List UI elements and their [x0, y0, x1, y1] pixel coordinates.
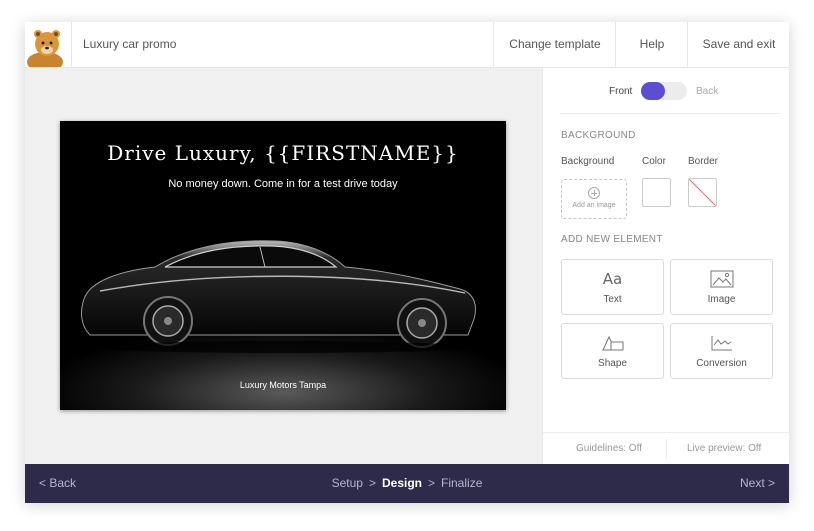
divider: [560, 113, 780, 114]
step-separator: >: [368, 476, 376, 490]
front-label[interactable]: Front: [609, 86, 632, 97]
toggle-knob: [641, 82, 665, 100]
step-separator: >: [428, 476, 436, 490]
design-side-panel: Front Back BACKGROUND Background Color B…: [542, 68, 789, 464]
postcard-preview[interactable]: Drive Luxury, {{FIRSTNAME}} No money dow…: [60, 121, 506, 410]
background-section-title: BACKGROUND: [561, 130, 636, 141]
element-label: Conversion: [696, 358, 747, 369]
background-label: Background: [561, 156, 615, 167]
add-text-element-button[interactable]: Aa Text: [561, 259, 664, 315]
text-aa-icon: Aa: [602, 270, 623, 288]
change-template-button[interactable]: Change template: [493, 22, 616, 67]
element-label: Text: [603, 294, 622, 305]
wizard-steps: Setup > Design > Finalize: [25, 464, 789, 503]
add-element-section-title: ADD NEW ELEMENT: [561, 234, 663, 245]
border-label: Border: [688, 156, 719, 167]
add-conversion-element-button[interactable]: Conversion: [670, 323, 773, 379]
plus-circle-icon: [588, 187, 600, 199]
step-setup[interactable]: Setup: [332, 476, 363, 490]
panel-footer: Guidelines: Off Live preview: Off: [543, 432, 789, 465]
card-subheadline[interactable]: No money down. Come in for a test drive …: [60, 178, 506, 190]
back-label[interactable]: Back: [696, 86, 718, 97]
card-footer-text[interactable]: Luxury Motors Tampa: [60, 380, 506, 390]
background-color-swatch[interactable]: [642, 178, 671, 207]
border-color-swatch[interactable]: [688, 178, 717, 207]
document-title: Luxury car promo: [83, 37, 177, 51]
card-face-switch: Front Back: [543, 68, 789, 113]
next-button[interactable]: Next >: [740, 464, 775, 503]
wizard-bottom-bar: < Back Setup > Design > Finalize Next >: [25, 464, 789, 503]
design-canvas-area: Drive Luxury, {{FIRSTNAME}} No money dow…: [25, 68, 542, 464]
guidelines-toggle[interactable]: Guidelines: Off: [576, 433, 642, 465]
card-headline[interactable]: Drive Luxury, {{FIRSTNAME}}: [60, 141, 506, 165]
add-background-image-button[interactable]: Add an image: [561, 179, 627, 219]
shape-icon: [562, 334, 663, 354]
help-button[interactable]: Help: [615, 22, 688, 67]
no-border-icon: [689, 179, 716, 206]
conversion-icon: [671, 334, 772, 354]
divider: [666, 439, 667, 459]
live-preview-toggle[interactable]: Live preview: Off: [687, 433, 761, 465]
add-image-label: Add an image: [572, 202, 616, 209]
element-label: Shape: [598, 358, 627, 369]
image-icon: [671, 270, 772, 290]
color-label: Color: [642, 156, 666, 167]
bear-logo-icon[interactable]: [25, 22, 72, 67]
save-and-exit-button[interactable]: Save and exit: [687, 22, 789, 67]
step-design[interactable]: Design: [382, 476, 422, 490]
top-header: Luxury car promo Change template Help Sa…: [25, 22, 789, 68]
editor-window: Luxury car promo Change template Help Sa…: [25, 22, 789, 503]
element-label: Image: [707, 294, 736, 305]
front-back-toggle[interactable]: [641, 82, 687, 100]
add-image-element-button[interactable]: Image: [670, 259, 773, 315]
add-shape-element-button[interactable]: Shape: [561, 323, 664, 379]
step-finalize[interactable]: Finalize: [441, 476, 482, 490]
